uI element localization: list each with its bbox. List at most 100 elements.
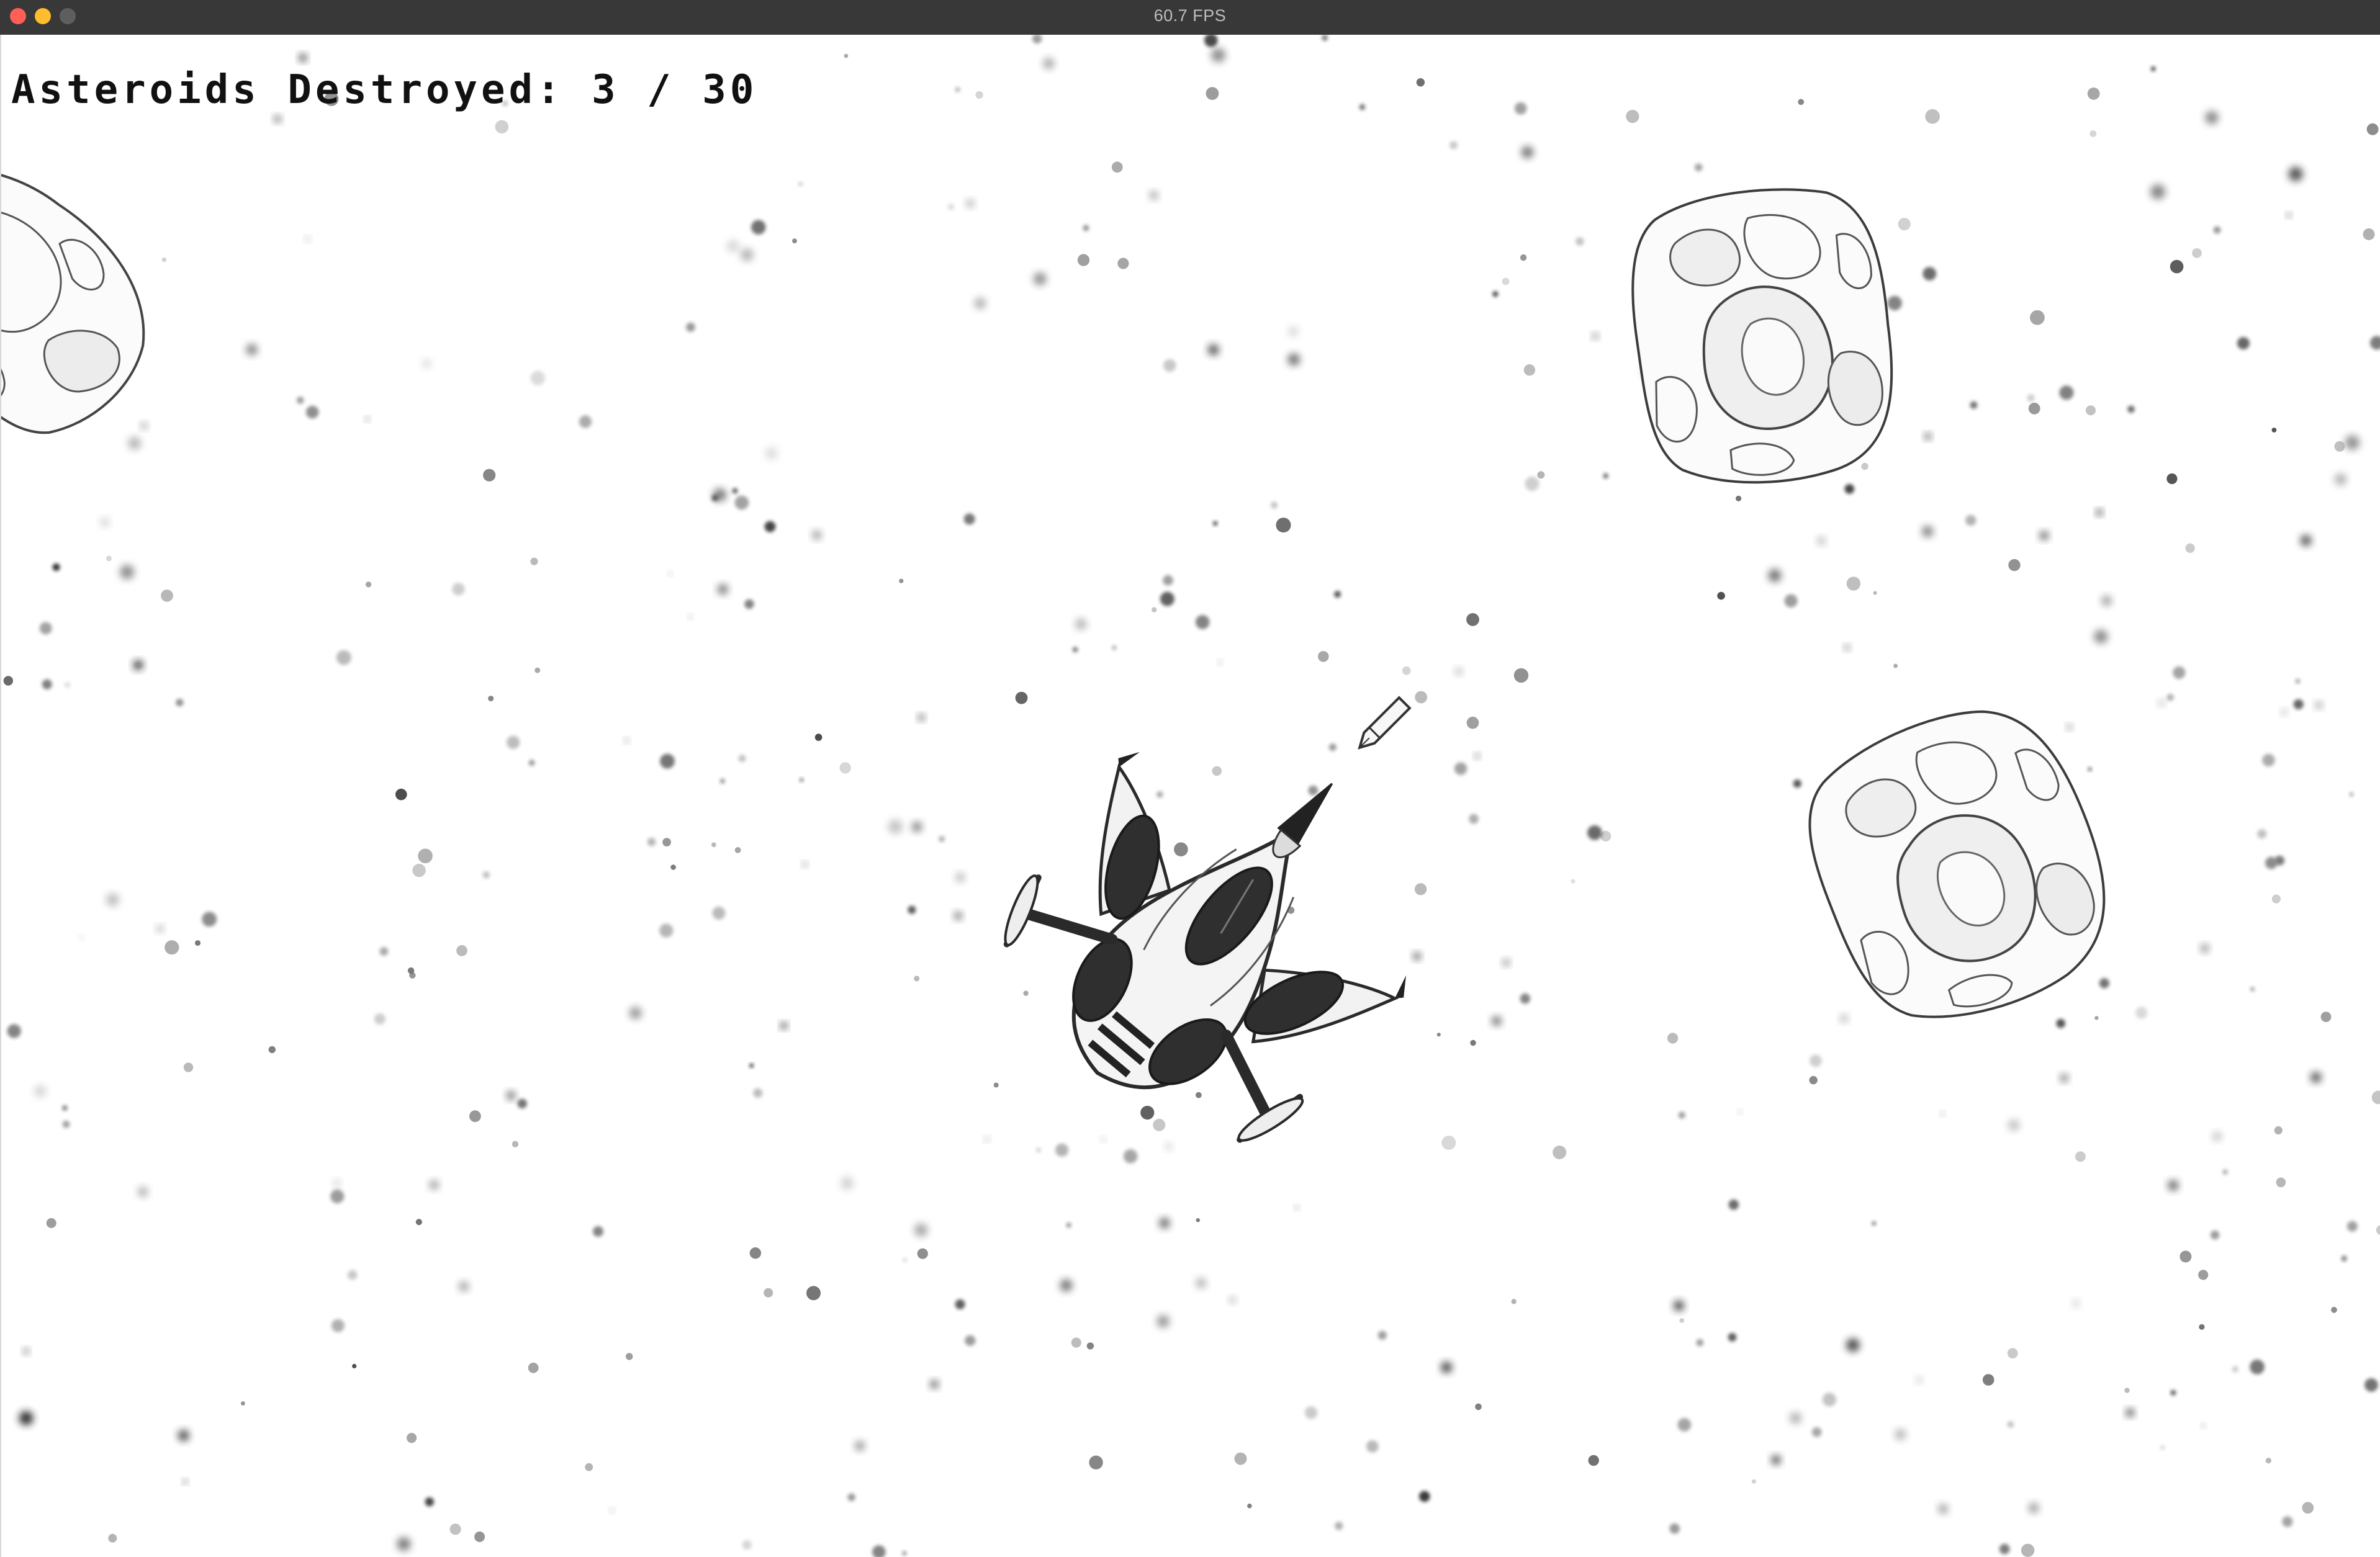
star <box>2125 1408 2135 1417</box>
star <box>2086 405 2096 416</box>
star <box>814 734 823 741</box>
star <box>2099 978 2109 989</box>
star <box>2232 1366 2238 1373</box>
star <box>52 563 60 571</box>
star <box>161 257 167 262</box>
star <box>812 530 822 540</box>
star <box>1999 1543 2010 1555</box>
star <box>1196 1278 1207 1289</box>
star <box>711 842 716 848</box>
star <box>902 1551 907 1556</box>
star <box>1492 291 1499 297</box>
star <box>1160 591 1174 606</box>
star <box>2210 1230 2220 1240</box>
star <box>1449 141 1458 150</box>
asteroid <box>1631 188 1893 484</box>
star <box>629 1007 642 1020</box>
star <box>412 863 426 877</box>
star <box>2346 1221 2358 1232</box>
star <box>1893 663 1898 668</box>
star <box>579 415 592 428</box>
star <box>2008 559 2021 572</box>
star <box>610 1508 615 1513</box>
star <box>2212 1131 2222 1141</box>
star <box>1152 607 1157 612</box>
star <box>1413 952 1422 961</box>
star <box>1925 109 1940 124</box>
star <box>749 1247 762 1259</box>
star <box>2089 130 2097 137</box>
star <box>1211 48 1225 63</box>
star <box>1694 163 1703 172</box>
star <box>1055 1143 1069 1157</box>
star <box>7 1024 21 1038</box>
star <box>507 735 520 749</box>
star <box>3 676 13 686</box>
star <box>2286 212 2292 218</box>
star <box>939 836 945 842</box>
star <box>914 1223 928 1237</box>
star <box>1469 814 1479 824</box>
star <box>1083 225 1089 231</box>
game-canvas[interactable]: Asteroids Destroyed: 3 / 30 <box>0 35 2380 1557</box>
star <box>512 1141 519 1147</box>
star <box>1153 1118 1166 1131</box>
star <box>2288 166 2303 182</box>
star <box>738 755 746 762</box>
star <box>2039 531 2049 541</box>
star <box>963 513 975 525</box>
star <box>106 893 119 907</box>
star <box>1669 1523 1680 1534</box>
star <box>449 1523 461 1535</box>
star <box>42 679 52 689</box>
star <box>183 1479 188 1484</box>
star <box>425 1497 434 1507</box>
star <box>1474 753 1481 759</box>
star <box>138 1187 148 1197</box>
star <box>1846 577 1861 591</box>
star <box>2028 402 2040 415</box>
star <box>2300 534 2312 547</box>
window-title: 60.7 FPS <box>1153 6 1227 25</box>
star <box>1924 433 1932 440</box>
star <box>178 1430 189 1442</box>
star <box>917 714 925 721</box>
star <box>764 1288 773 1298</box>
star <box>1810 1054 1822 1067</box>
star <box>2222 1169 2229 1175</box>
star <box>1123 1149 1138 1164</box>
game-scene <box>1 35 2380 1557</box>
star <box>749 1063 754 1068</box>
star <box>128 436 142 450</box>
star <box>1218 660 1222 665</box>
star <box>1677 1418 1692 1432</box>
star <box>2364 1378 2378 1392</box>
star <box>2282 1516 2293 1527</box>
star <box>1790 1412 1801 1424</box>
star <box>585 1463 593 1471</box>
star <box>2059 385 2074 400</box>
star <box>2200 944 2209 953</box>
star <box>1784 594 1798 608</box>
star <box>2158 699 2165 707</box>
star <box>336 650 351 665</box>
star <box>1322 35 1328 41</box>
star <box>1117 258 1129 269</box>
star <box>966 199 975 208</box>
star <box>330 1189 345 1203</box>
star <box>19 1411 34 1425</box>
star <box>1033 272 1047 285</box>
star <box>331 1319 345 1332</box>
star <box>2293 699 2304 709</box>
star <box>1502 277 1510 285</box>
star <box>1525 477 1539 491</box>
spaceship[interactable] <box>955 668 1479 1192</box>
star <box>1717 591 1725 600</box>
star <box>1163 359 1176 372</box>
star <box>1060 1279 1073 1292</box>
star <box>965 1335 976 1346</box>
star <box>2295 678 2301 684</box>
star <box>765 447 778 460</box>
star <box>459 1281 469 1292</box>
star <box>2257 829 2267 839</box>
